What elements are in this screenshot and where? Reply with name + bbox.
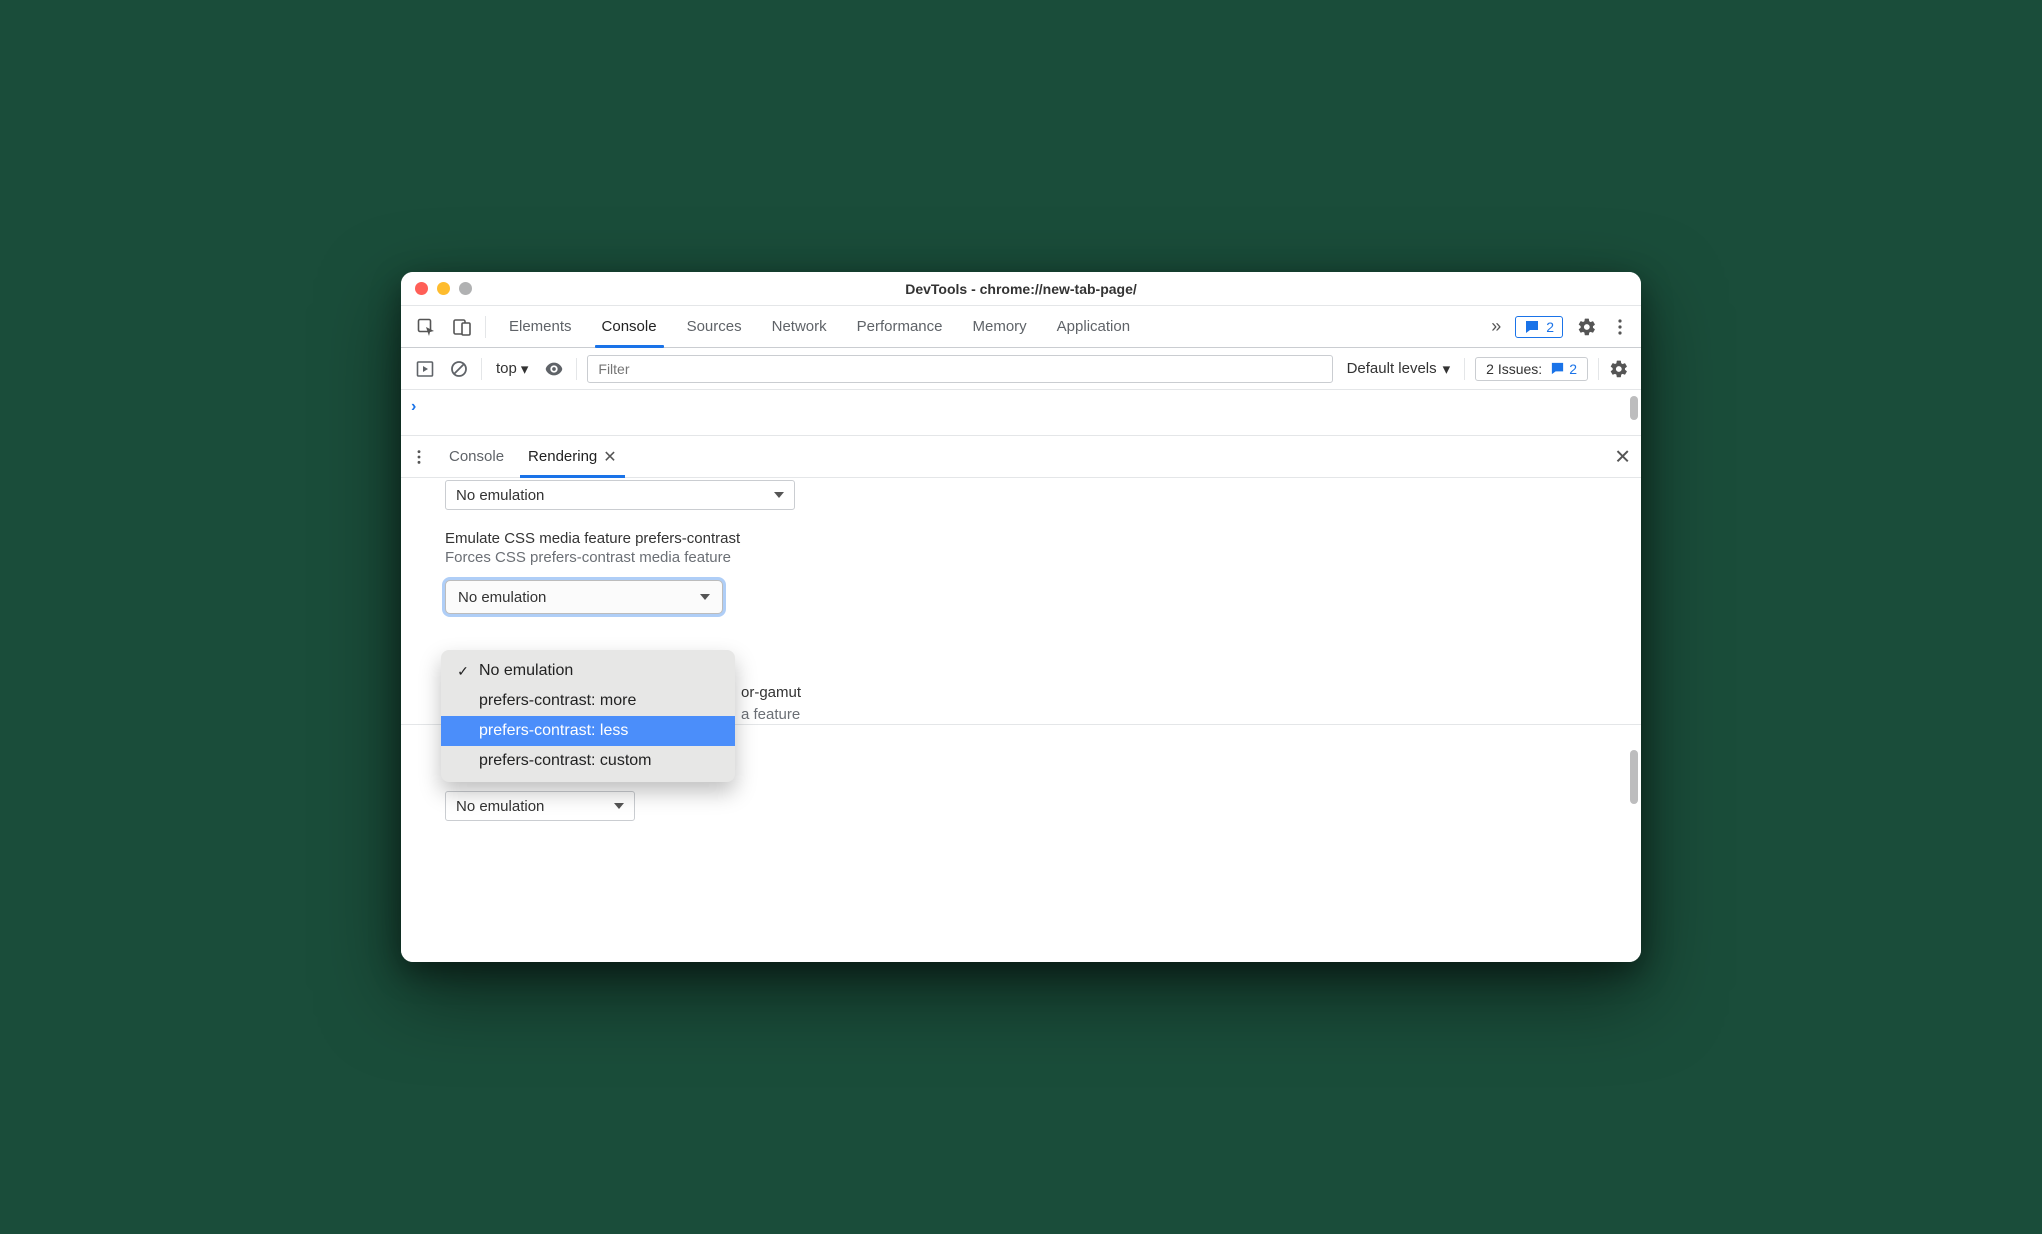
dropdown-option-more[interactable]: prefers-contrast: more <box>441 686 735 716</box>
panel-tabs: Elements Console Sources Network Perform… <box>506 306 1133 347</box>
dropdown-option-less[interactable]: prefers-contrast: less <box>441 716 735 746</box>
issues-counter[interactable]: 2 Issues: 2 <box>1475 357 1588 381</box>
console-toolbar: top ▾ Default levels ▾ 2 Issues: 2 <box>401 348 1641 390</box>
window-title: DevTools - chrome://new-tab-page/ <box>401 281 1641 297</box>
select-value: No emulation <box>458 589 546 606</box>
issues-counter-count: 2 <box>1569 361 1577 377</box>
separator <box>485 316 486 338</box>
minimize-window-icon[interactable] <box>437 282 450 295</box>
option-label: No emulation <box>479 662 573 680</box>
drawer-tab-label: Rendering <box>528 448 597 465</box>
section-description: Forces CSS prefers-contrast media featur… <box>445 549 1641 566</box>
log-levels-label: Default levels <box>1347 360 1437 377</box>
scrollbar-thumb[interactable] <box>1630 750 1638 804</box>
close-window-icon[interactable] <box>415 282 428 295</box>
select-value: No emulation <box>456 487 544 504</box>
toggle-device-toolbar-icon[interactable] <box>449 314 475 340</box>
color-gamut-desc-fragment: a feature <box>741 706 800 723</box>
close-tab-icon[interactable]: ✕ <box>603 447 616 467</box>
toggle-sidebar-icon[interactable] <box>413 357 437 381</box>
clear-console-icon[interactable] <box>447 357 471 381</box>
chevron-down-icon <box>774 492 784 498</box>
tab-application[interactable]: Application <box>1054 306 1133 347</box>
tab-sources[interactable]: Sources <box>684 306 745 347</box>
settings-icon[interactable] <box>1577 317 1597 337</box>
tab-performance[interactable]: Performance <box>854 306 946 347</box>
devtools-tabstrip: Elements Console Sources Network Perform… <box>401 306 1641 348</box>
drawer-header: Console Rendering ✕ ✕ <box>401 436 1641 478</box>
console-settings-icon[interactable] <box>1609 359 1629 379</box>
prefers-contrast-section: Emulate CSS media feature prefers-contra… <box>445 530 1641 566</box>
checkmark-icon: ✓ <box>455 663 471 680</box>
tab-console[interactable]: Console <box>599 306 660 347</box>
drawer-tab-console[interactable]: Console <box>441 436 512 477</box>
close-drawer-icon[interactable]: ✕ <box>1614 444 1631 469</box>
prefers-contrast-select[interactable]: No emulation <box>445 580 723 614</box>
option-label: prefers-contrast: custom <box>479 752 652 770</box>
live-expression-icon[interactable] <box>542 357 566 381</box>
select-value: No emulation <box>456 798 544 815</box>
context-selector[interactable]: top ▾ <box>492 358 532 380</box>
separator <box>481 358 482 380</box>
color-gamut-title-fragment: or-gamut <box>741 684 801 701</box>
separator <box>1598 358 1599 380</box>
issues-badge-count: 2 <box>1546 319 1554 335</box>
option-label: prefers-contrast: more <box>479 692 636 710</box>
drawer-tab-rendering[interactable]: Rendering ✕ <box>520 436 625 477</box>
chevron-down-icon <box>700 594 710 600</box>
drawer-menu-icon[interactable] <box>411 449 427 465</box>
log-levels-selector[interactable]: Default levels ▾ <box>1343 358 1455 380</box>
drawer-tab-label: Console <box>449 448 504 465</box>
devtools-window: DevTools - chrome://new-tab-page/ Elemen… <box>401 272 1641 962</box>
scrollbar-thumb[interactable] <box>1630 396 1638 420</box>
prefers-contrast-dropdown: ✓ No emulation prefers-contrast: more pr… <box>441 650 735 782</box>
section-title: Emulate CSS media feature prefers-contra… <box>445 530 1641 547</box>
chevron-down-icon <box>614 803 624 809</box>
drawer-tabs: Console Rendering ✕ <box>441 436 625 477</box>
console-body[interactable]: › <box>401 390 1641 436</box>
issues-counter-label: 2 Issues: <box>1486 361 1542 377</box>
titlebar: DevTools - chrome://new-tab-page/ <box>401 272 1641 306</box>
zoom-window-icon[interactable] <box>459 282 472 295</box>
context-selector-label: top <box>496 360 517 377</box>
kebab-menu-icon[interactable] <box>1611 318 1629 336</box>
filter-input[interactable] <box>587 355 1332 383</box>
tab-network[interactable]: Network <box>769 306 830 347</box>
tab-memory[interactable]: Memory <box>970 306 1030 347</box>
chevron-down-icon: ▾ <box>521 360 529 378</box>
option-label: prefers-contrast: less <box>479 722 628 740</box>
vision-deficiency-select[interactable]: No emulation <box>445 791 635 821</box>
dropdown-option-no-emulation[interactable]: ✓ No emulation <box>441 656 735 686</box>
issues-badge[interactable]: 2 <box>1515 316 1563 338</box>
dropdown-option-custom[interactable]: prefers-contrast: custom <box>441 746 735 776</box>
tab-elements[interactable]: Elements <box>506 306 575 347</box>
separator <box>576 358 577 380</box>
more-tabs-icon[interactable]: » <box>1491 316 1501 337</box>
separator <box>1464 358 1465 380</box>
rendering-panel: No emulation Emulate CSS media feature p… <box>401 478 1641 962</box>
traffic-lights <box>415 282 472 295</box>
inspect-element-icon[interactable] <box>413 314 439 340</box>
emulate-prev-select[interactable]: No emulation <box>445 480 795 510</box>
console-prompt-icon: › <box>411 398 416 416</box>
chevron-down-icon: ▾ <box>1443 360 1451 378</box>
